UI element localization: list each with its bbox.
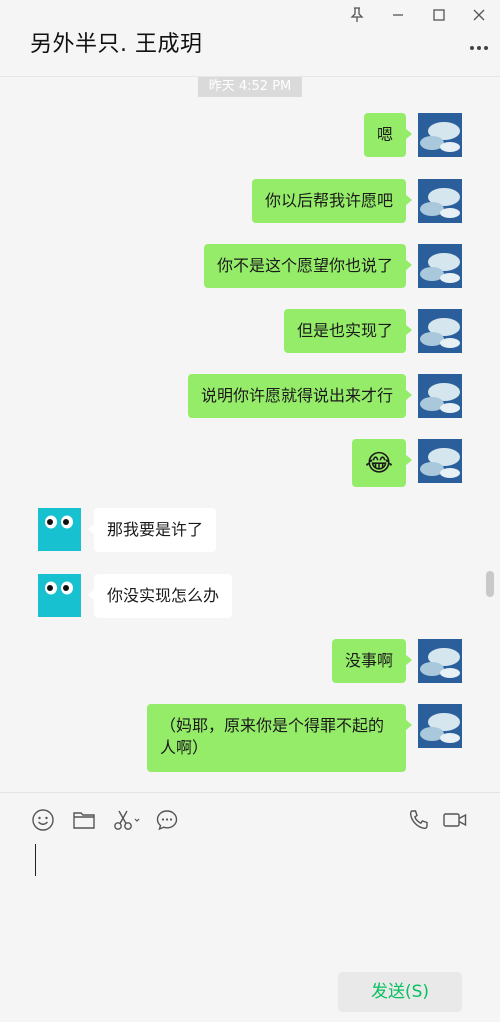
file-button[interactable] — [72, 808, 98, 834]
sky-avatar-icon — [418, 244, 462, 288]
message-timestamp: 昨天 4:52 PM — [198, 77, 302, 97]
contact-avatar[interactable] — [38, 508, 81, 551]
smiley-icon — [32, 809, 54, 831]
message-bubble-sent[interactable]: （妈耶，原来你是个得罪不起的人啊） — [147, 704, 412, 772]
voice-call-button[interactable] — [407, 808, 433, 834]
my-avatar[interactable] — [418, 244, 462, 288]
message-bubble-sent[interactable]: 但是也实现了 — [283, 309, 413, 353]
sky-avatar-icon — [418, 639, 462, 683]
sky-avatar-icon — [418, 113, 462, 157]
emoji-tears-of-joy-icon: 😂 — [364, 449, 394, 477]
maximize-icon — [433, 9, 445, 21]
contact-avatar[interactable] — [38, 574, 81, 617]
chat-header: 另外半只. 王成玥 — [0, 0, 500, 77]
sky-avatar-icon — [418, 179, 462, 223]
message-bubble-sent[interactable]: 😂 — [352, 439, 412, 487]
message-text: 嗯 — [376, 125, 393, 144]
message-bubble-received[interactable]: 你没实现怎么办 — [87, 574, 233, 618]
my-avatar[interactable] — [418, 439, 462, 483]
message-bubble-sent[interactable]: 你不是这个愿望你也说了 — [203, 244, 413, 288]
more-icon — [470, 46, 488, 50]
chat-bubble-icon — [156, 810, 178, 831]
minimize-button[interactable] — [385, 4, 411, 26]
pin-icon — [350, 7, 364, 22]
message-text: 那我要是许了 — [107, 520, 204, 539]
message-text: 你不是这个愿望你也说了 — [216, 256, 393, 275]
message-text: 没事啊 — [344, 651, 393, 670]
chat-scrollbar[interactable] — [486, 571, 494, 597]
my-avatar[interactable] — [418, 179, 462, 223]
message-text: 你以后帮我许愿吧 — [264, 191, 393, 210]
sky-avatar-icon — [418, 309, 462, 353]
chat-history-button[interactable] — [155, 808, 181, 834]
message-bubble-sent[interactable]: 嗯 — [363, 113, 413, 157]
message-text: 说明你许愿就得说出来才行 — [200, 386, 393, 405]
video-call-button[interactable] — [442, 808, 468, 834]
message-text: 你没实现怎么办 — [107, 586, 220, 605]
message-text: 但是也实现了 — [296, 321, 393, 340]
my-avatar[interactable] — [418, 374, 462, 418]
message-bubble-sent[interactable]: 没事啊 — [331, 639, 413, 683]
googly-eyes-avatar-icon — [45, 515, 73, 529]
message-bubble-sent[interactable]: 说明你许愿就得说出来才行 — [187, 374, 413, 418]
message-bubble-sent[interactable]: 你以后帮我许愿吧 — [251, 179, 413, 223]
send-button[interactable]: 发送(S) — [338, 972, 462, 1012]
minimize-icon — [393, 14, 403, 16]
maximize-button[interactable] — [426, 4, 452, 26]
my-avatar[interactable] — [418, 704, 462, 748]
message-input[interactable] — [35, 844, 36, 876]
emoji-button[interactable] — [31, 808, 57, 834]
my-avatar[interactable] — [418, 309, 462, 353]
input-divider — [0, 792, 500, 793]
sky-avatar-icon — [418, 439, 462, 483]
chat-title: 另外半只. 王成玥 — [30, 32, 203, 57]
phone-icon — [409, 810, 428, 830]
googly-eyes-avatar-icon — [45, 581, 73, 595]
pin-button[interactable] — [344, 4, 370, 26]
video-camera-icon — [443, 813, 467, 827]
sky-avatar-icon — [418, 374, 462, 418]
my-avatar[interactable] — [418, 113, 462, 157]
close-button[interactable] — [466, 4, 492, 26]
message-list[interactable]: 昨天 4:52 PM 嗯 你以后帮我许愿吧 你不是这个愿望你也说了 但是也实现了… — [0, 77, 500, 792]
folder-icon — [73, 812, 95, 829]
close-icon — [473, 9, 485, 21]
message-bubble-received[interactable]: 那我要是许了 — [87, 508, 217, 552]
message-text: （妈耶，原来你是个得罪不起的人啊） — [160, 716, 385, 757]
my-avatar[interactable] — [418, 639, 462, 683]
screenshot-button[interactable] — [112, 808, 142, 834]
more-button[interactable] — [468, 36, 490, 56]
scissors-icon — [114, 810, 140, 830]
sky-avatar-icon — [418, 704, 462, 748]
